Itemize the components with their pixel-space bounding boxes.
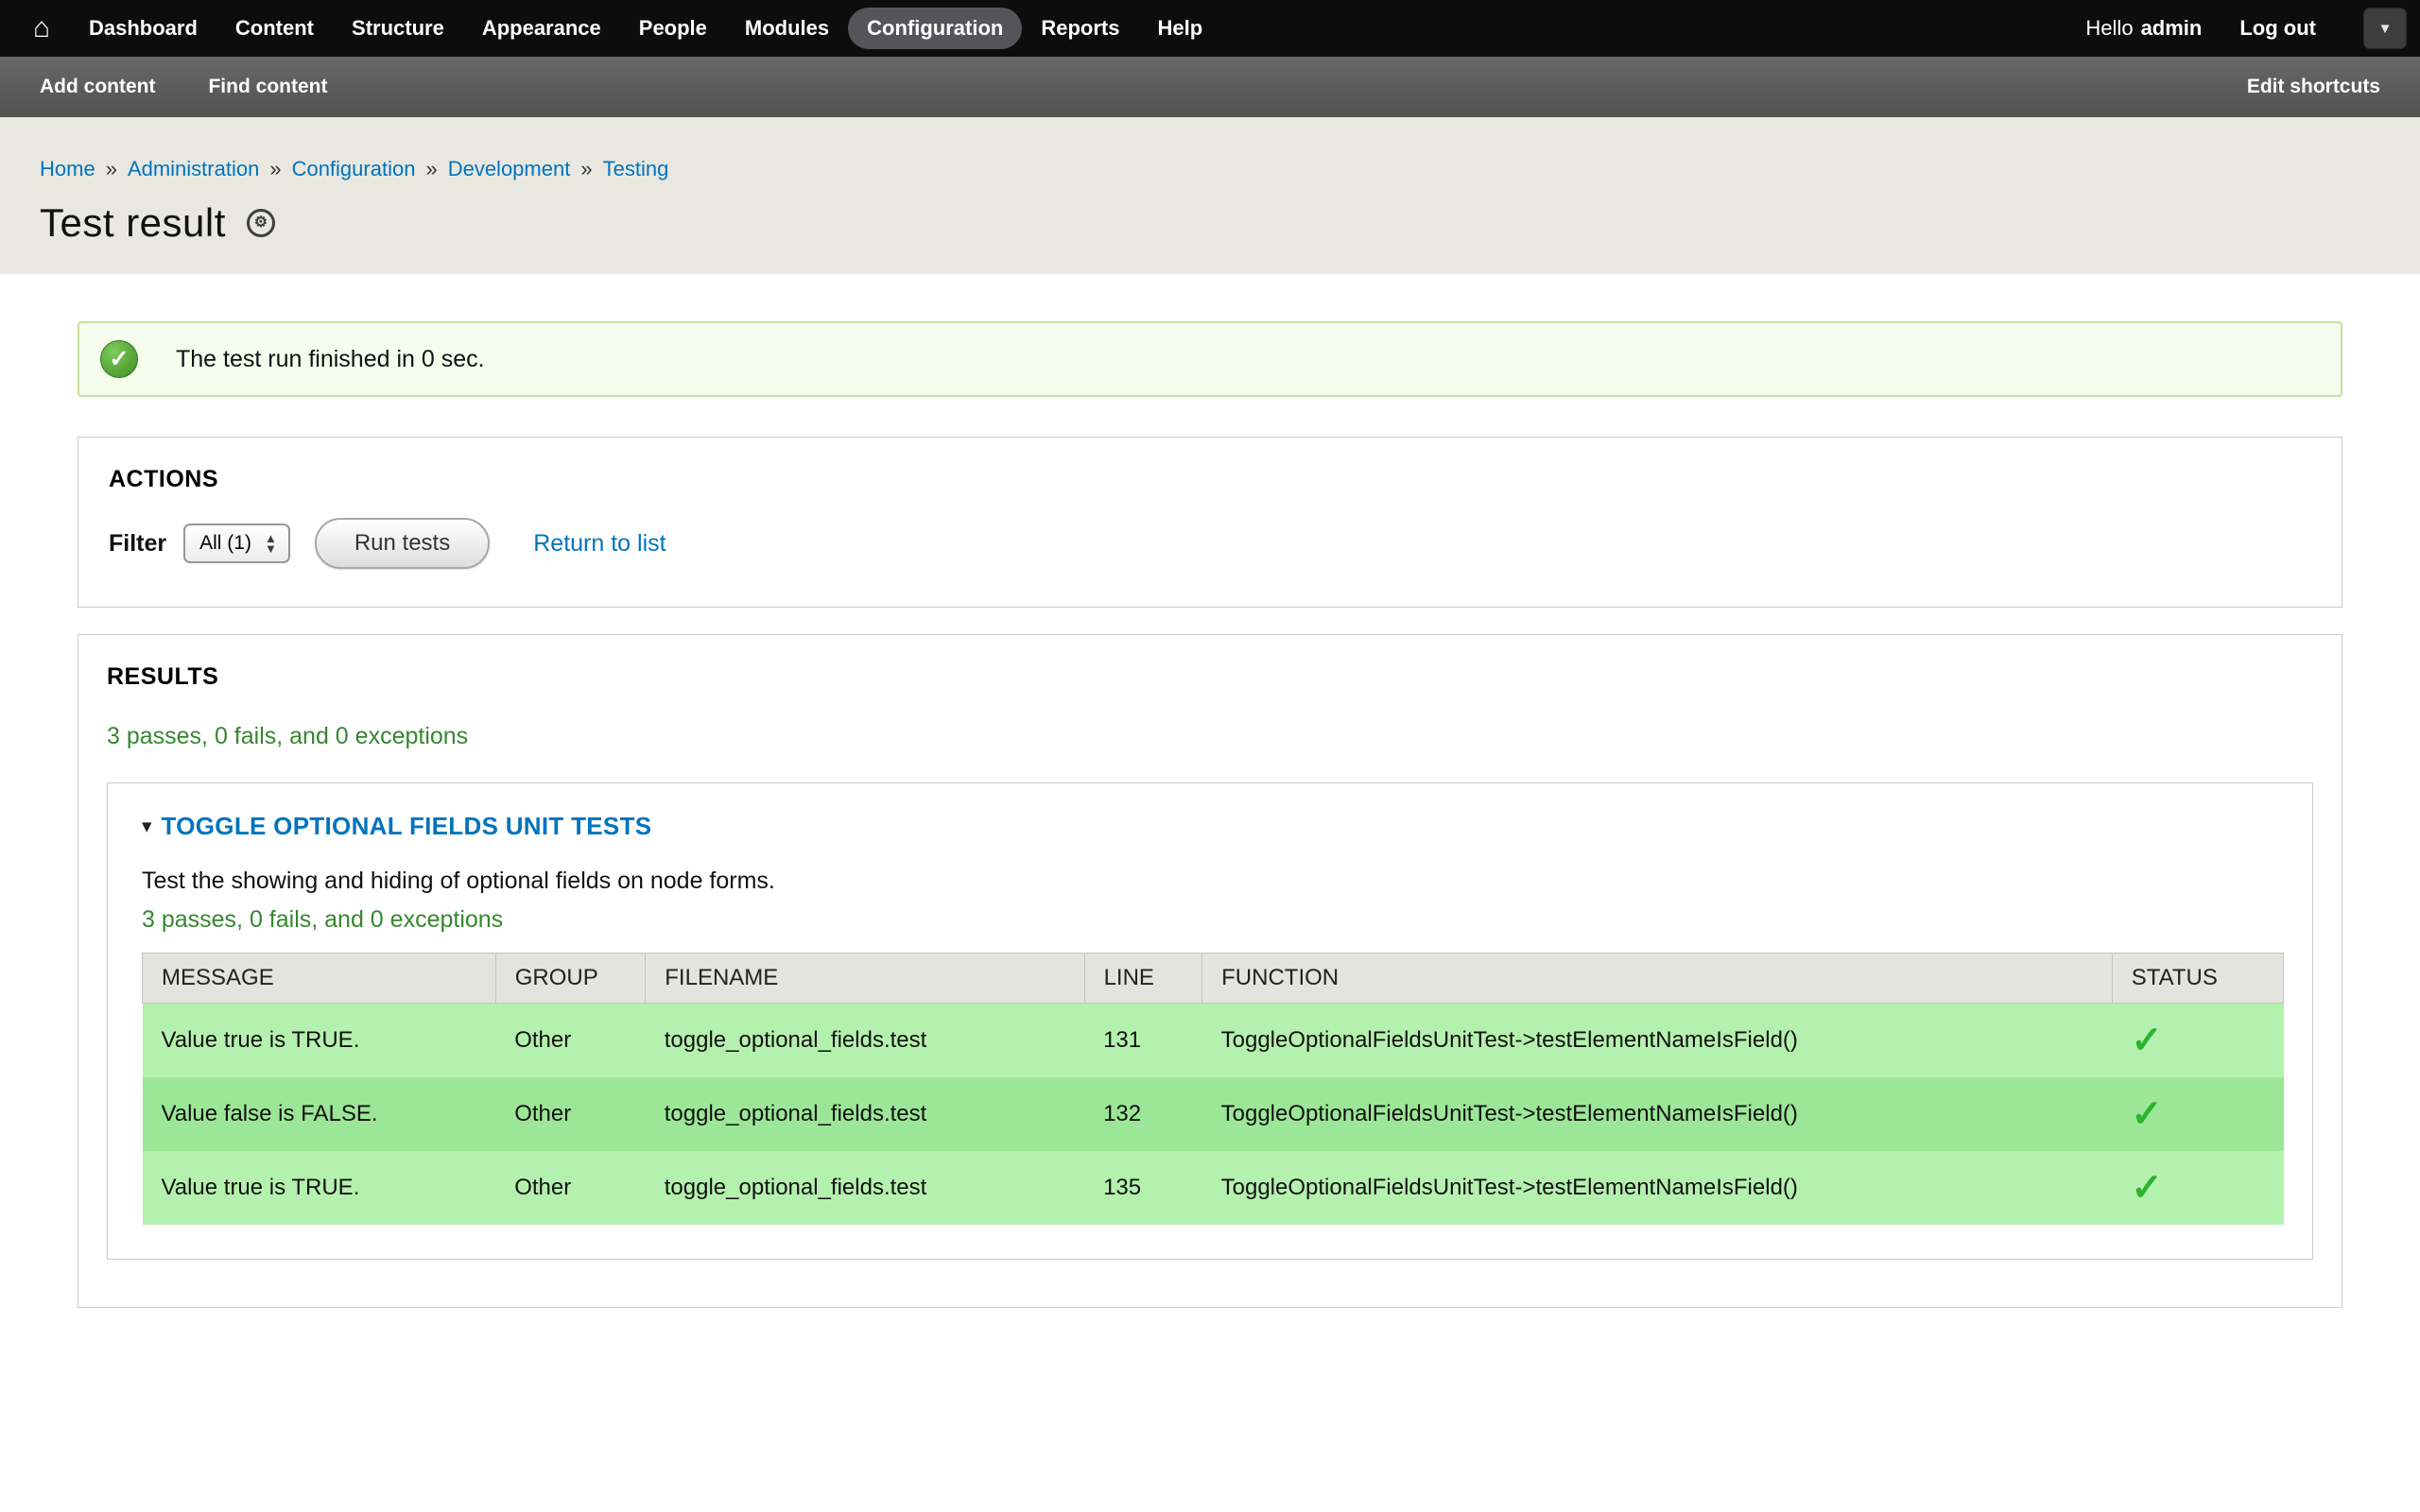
results-table-header-row: MESSAGEGROUPFILENAMELINEFUNCTIONSTATUS [143, 954, 2284, 1004]
column-header-message: MESSAGE [143, 954, 496, 1004]
breadcrumb-link-testing[interactable]: Testing [603, 157, 669, 181]
username: admin [2141, 16, 2203, 40]
cell-function: ToggleOptionalFieldsUnitTest->testElemen… [1202, 1151, 2113, 1225]
pass-check-icon: ✓ [2131, 1167, 2163, 1209]
cell-function: ToggleOptionalFieldsUnitTest->testElemen… [1202, 1077, 2113, 1151]
results-fieldset: RESULTS 3 passes, 0 fails, and 0 excepti… [78, 634, 2342, 1308]
filter-select-value: All (1) [199, 532, 251, 555]
select-stepper-icon: ▲ ▼ [265, 533, 277, 554]
cell-filename: toggle_optional_fields.test [646, 1077, 1084, 1151]
home-icon: ⌂ [33, 14, 50, 43]
content: ✓ The test run finished in 0 sec. ACTION… [0, 274, 2420, 1308]
table-row: Value true is TRUE.Othertoggle_optional_… [143, 1151, 2284, 1225]
greeting-text: Hello admin [2085, 16, 2202, 41]
test-group-title: TOGGLE OPTIONAL FIELDS UNIT TESTS [162, 812, 652, 841]
test-group-description: Test the showing and hiding of optional … [142, 868, 2284, 895]
toolbar-item-people[interactable]: People [620, 8, 726, 49]
cell-filename: toggle_optional_fields.test [646, 1004, 1084, 1077]
cell-group: Other [495, 1077, 646, 1151]
breadcrumb-link-administration[interactable]: Administration [128, 157, 259, 181]
contextual-links-button[interactable]: ⚙ [247, 209, 275, 237]
actions-legend: ACTIONS [109, 466, 2311, 493]
home-button[interactable]: ⌂ [13, 0, 70, 57]
table-row: Value true is TRUE.Othertoggle_optional_… [143, 1004, 2284, 1077]
toolbar-toggle-button[interactable]: ▼ [2363, 8, 2407, 49]
column-header-group: GROUP [495, 954, 646, 1004]
test-group-title-link[interactable]: ▾ TOGGLE OPTIONAL FIELDS UNIT TESTS [142, 812, 651, 841]
page-header: Home » Administration » Configuration » Develo… [0, 117, 2420, 274]
cell-line: 132 [1084, 1077, 1202, 1151]
cell-message: Value false is FALSE. [143, 1077, 496, 1151]
breadcrumb-separator: » [425, 157, 437, 181]
collapse-caret-icon: ▾ [142, 815, 152, 838]
filter-label: Filter [109, 530, 166, 558]
toolbar-item-modules[interactable]: Modules [726, 8, 848, 49]
toolbar-item-content[interactable]: Content [216, 8, 333, 49]
breadcrumb-separator: » [269, 157, 281, 181]
table-row: Value false is FALSE.Othertoggle_optiona… [143, 1077, 2284, 1151]
breadcrumb-separator: » [580, 157, 592, 181]
results-table-body: Value true is TRUE.Othertoggle_optional_… [143, 1004, 2284, 1225]
pass-check-icon: ✓ [2131, 1093, 2163, 1135]
edit-shortcuts-link[interactable]: Edit shortcuts [2247, 76, 2380, 98]
test-group-summary: 3 passes, 0 fails, and 0 exceptions [142, 906, 2284, 934]
column-header-filename: FILENAME [646, 954, 1084, 1004]
filter-select[interactable]: All (1) ▲ ▼ [183, 524, 290, 563]
pass-check-icon: ✓ [2131, 1020, 2163, 1061]
page-title: Test result [40, 200, 226, 246]
cell-function: ToggleOptionalFieldsUnitTest->testElemen… [1202, 1004, 2113, 1077]
results-summary: 3 passes, 0 fails, and 0 exceptions [107, 723, 2313, 750]
shortcut-add-content[interactable]: Add content [40, 76, 155, 98]
results-legend: RESULTS [107, 663, 2313, 691]
gear-icon: ⚙ [254, 215, 268, 231]
breadcrumb-separator: » [106, 157, 117, 181]
admin-toolbar: ⌂ DashboardContentStructureAppearancePeo… [0, 0, 2420, 57]
column-header-status: STATUS [2112, 954, 2283, 1004]
test-group-fieldset: ▾ TOGGLE OPTIONAL FIELDS UNIT TESTS Test… [107, 782, 2313, 1260]
toolbar-item-configuration[interactable]: Configuration [848, 8, 1022, 49]
cell-status: ✓ [2112, 1151, 2283, 1225]
logout-link[interactable]: Log out [2239, 16, 2316, 41]
breadcrumb: Home » Administration » Configuration » Develo… [40, 157, 2380, 181]
breadcrumb-link-development[interactable]: Development [448, 157, 571, 181]
shortcut-bar: Add content Find content Edit shortcuts [0, 57, 2420, 117]
column-header-function: FUNCTION [1202, 954, 2113, 1004]
cell-group: Other [495, 1004, 646, 1077]
toolbar-item-structure[interactable]: Structure [333, 8, 463, 49]
actions-fieldset: ACTIONS Filter All (1) ▲ ▼ Run tests Ret… [78, 437, 2342, 608]
cell-status: ✓ [2112, 1004, 2283, 1077]
status-message: ✓ The test run finished in 0 sec. [78, 321, 2342, 397]
cell-status: ✓ [2112, 1077, 2283, 1151]
toolbar-account-area: Hello admin Log out ▼ [2085, 8, 2407, 49]
admin-menu: DashboardContentStructureAppearancePeopl… [70, 8, 1221, 49]
page-title-row: Test result ⚙ [40, 200, 2380, 246]
cell-filename: toggle_optional_fields.test [646, 1151, 1084, 1225]
run-tests-button[interactable]: Run tests [315, 518, 490, 569]
toolbar-item-appearance[interactable]: Appearance [463, 8, 620, 49]
select-down-icon: ▼ [265, 543, 277, 554]
breadcrumb-link-home[interactable]: Home [40, 157, 95, 181]
page: ⌂ DashboardContentStructureAppearancePeo… [0, 0, 2420, 1512]
breadcrumb-link-configuration[interactable]: Configuration [292, 157, 416, 181]
column-header-line: LINE [1084, 954, 1202, 1004]
status-check-icon: ✓ [100, 340, 138, 378]
cell-message: Value true is TRUE. [143, 1004, 496, 1077]
chevron-down-icon: ▼ [2378, 22, 2393, 36]
return-to-list-link[interactable]: Return to list [533, 530, 666, 558]
toolbar-item-dashboard[interactable]: Dashboard [70, 8, 216, 49]
results-table: MESSAGEGROUPFILENAMELINEFUNCTIONSTATUS V… [142, 953, 2284, 1225]
cell-message: Value true is TRUE. [143, 1151, 496, 1225]
toolbar-item-help[interactable]: Help [1138, 8, 1221, 49]
status-message-text: The test run finished in 0 sec. [176, 346, 485, 373]
cell-group: Other [495, 1151, 646, 1225]
shortcuts-menu: Add content Find content [40, 76, 380, 98]
cell-line: 131 [1084, 1004, 1202, 1077]
shortcut-find-content[interactable]: Find content [208, 76, 327, 98]
toolbar-item-reports[interactable]: Reports [1022, 8, 1138, 49]
cell-line: 135 [1084, 1151, 1202, 1225]
filter-row: Filter All (1) ▲ ▼ Run tests Return to l… [109, 518, 2311, 569]
greeting-prefix: Hello [2085, 16, 2133, 40]
